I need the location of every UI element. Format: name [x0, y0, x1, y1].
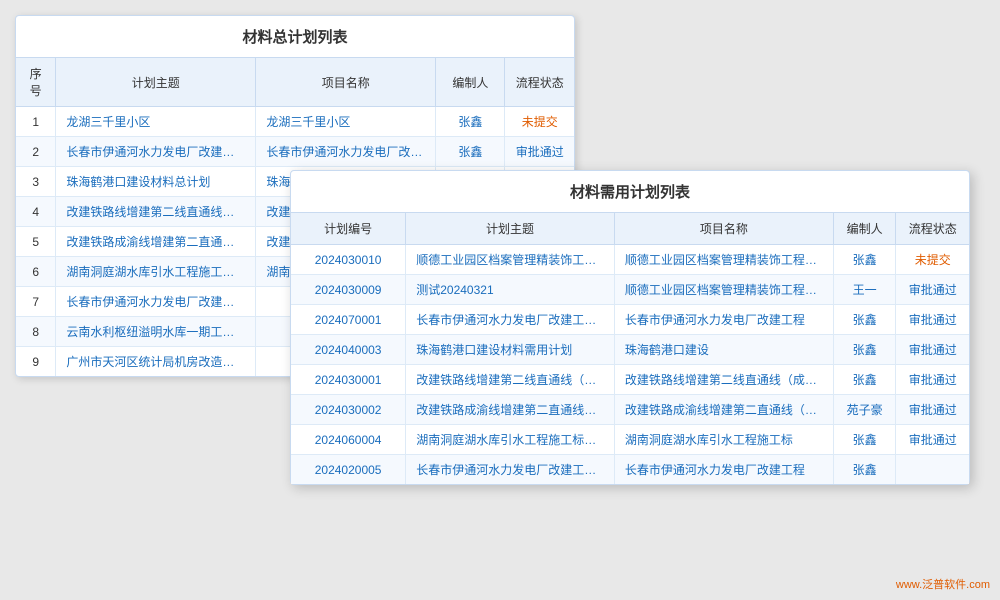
theme-cell: 广州市天河区统计局机房改造项目材料总计划: [56, 347, 256, 377]
table2-col-code: 计划编号: [291, 213, 406, 245]
table1-header-row: 序号 计划主题 项目名称 编制人 流程状态: [16, 58, 574, 107]
theme-cell: 长春市伊通河水力发电厂改建工程合…: [406, 305, 615, 335]
table-row[interactable]: 2024030009 测试20240321 顺德工业园区档案管理精装饰工程（… …: [291, 275, 969, 305]
status-cell: 审批通过: [896, 305, 969, 335]
theme-cell: 改建铁路成渝线增建第二直通线（成…: [406, 395, 615, 425]
theme-cell: 改建铁路线增建第二线直通线（成都-西安）…: [56, 197, 256, 227]
project-cell: 长春市伊通河水力发电厂改建工程: [614, 455, 833, 485]
editor-cell: 苑子豪: [833, 395, 896, 425]
project-cell: 龙湖三千里小区: [256, 107, 436, 137]
watermark-suffix: .com: [966, 579, 990, 591]
code-cell: 2024060004: [291, 425, 406, 455]
table2-col-editor: 编制人: [833, 213, 896, 245]
table-row[interactable]: 2024070001 长春市伊通河水力发电厂改建工程合… 长春市伊通河水力发电厂…: [291, 305, 969, 335]
editor-cell: 张鑫: [833, 335, 896, 365]
table-row[interactable]: 2024020005 长春市伊通河水力发电厂改建工程材… 长春市伊通河水力发电厂…: [291, 455, 969, 485]
table-row[interactable]: 2024040003 珠海鹤港口建设材料需用计划 珠海鹤港口建设 张鑫 审批通过: [291, 335, 969, 365]
material-usage-plan-table: 材料需用计划列表 计划编号 计划主题 项目名称 编制人 流程状态 2024030…: [290, 170, 970, 485]
seq-cell: 9: [16, 347, 56, 377]
status-cell: 审批通过: [896, 365, 969, 395]
code-cell: 2024020005: [291, 455, 406, 485]
project-cell: 改建铁路成渝线增建第二直通线（成…: [614, 395, 833, 425]
status-cell: 审批通过: [896, 275, 969, 305]
theme-cell: 长春市伊通河水力发电厂改建工程材…: [406, 455, 615, 485]
status-cell: 审批通过: [896, 425, 969, 455]
status-cell: 审批通过: [896, 335, 969, 365]
code-cell: 2024030010: [291, 245, 406, 275]
theme-cell: 改建铁路线增建第二线直通线（成都…: [406, 365, 615, 395]
theme-cell: 湖南洞庭湖水库引水工程施工标材…: [406, 425, 615, 455]
project-cell: 改建铁路线增建第二线直通线（成都…: [614, 365, 833, 395]
table2-col-project: 项目名称: [614, 213, 833, 245]
table-row[interactable]: 2 长春市伊通河水力发电厂改建工程合同材料… 长春市伊通河水力发电厂改建工程 张…: [16, 137, 574, 167]
seq-cell: 5: [16, 227, 56, 257]
project-cell: 顺德工业园区档案管理精装饰工程（…: [614, 275, 833, 305]
theme-cell: 湖南洞庭湖水库引水工程施工标材料总计划: [56, 257, 256, 287]
watermark-brand: 泛普软件: [922, 579, 966, 591]
table1-col-theme: 计划主题: [56, 58, 256, 107]
code-cell: 2024030009: [291, 275, 406, 305]
code-cell: 2024030002: [291, 395, 406, 425]
table-row[interactable]: 2024030010 顺德工业园区档案管理精装饰工程（… 顺德工业园区档案管理精…: [291, 245, 969, 275]
seq-cell: 1: [16, 107, 56, 137]
theme-cell: 龙湖三千里小区: [56, 107, 256, 137]
watermark: www.泛普软件.com: [896, 576, 990, 592]
table2-header-row: 计划编号 计划主题 项目名称 编制人 流程状态: [291, 213, 969, 245]
seq-cell: 3: [16, 167, 56, 197]
project-cell: 湖南洞庭湖水库引水工程施工标: [614, 425, 833, 455]
watermark-prefix: www.: [896, 579, 922, 591]
theme-cell: 珠海鹤港口建设材料需用计划: [406, 335, 615, 365]
editor-cell: 张鑫: [833, 365, 896, 395]
table1-col-status: 流程状态: [505, 58, 574, 107]
table1-col-editor: 编制人: [436, 58, 505, 107]
status-cell: 未提交: [896, 245, 969, 275]
table1-title: 材料总计划列表: [16, 16, 574, 58]
status-cell: 未提交: [505, 107, 574, 137]
status-cell: 审批通过: [505, 137, 574, 167]
code-cell: 2024040003: [291, 335, 406, 365]
seq-cell: 8: [16, 317, 56, 347]
table2-title: 材料需用计划列表: [291, 171, 969, 213]
table2-col-status: 流程状态: [896, 213, 969, 245]
seq-cell: 4: [16, 197, 56, 227]
editor-cell: 张鑫: [833, 305, 896, 335]
table-row[interactable]: 2024030002 改建铁路成渝线增建第二直通线（成… 改建铁路成渝线增建第二…: [291, 395, 969, 425]
editor-cell: 张鑫: [436, 137, 505, 167]
theme-cell: 长春市伊通河水力发电厂改建工程合同材料…: [56, 137, 256, 167]
theme-cell: 顺德工业园区档案管理精装饰工程（…: [406, 245, 615, 275]
seq-cell: 2: [16, 137, 56, 167]
table-row[interactable]: 2024060004 湖南洞庭湖水库引水工程施工标材… 湖南洞庭湖水库引水工程施…: [291, 425, 969, 455]
editor-cell: 张鑫: [833, 245, 896, 275]
code-cell: 2024070001: [291, 305, 406, 335]
theme-cell: 长春市伊通河水力发电厂改建工程材料总计划: [56, 287, 256, 317]
theme-cell: 改建铁路成渝线增建第二直通线（成渝枢纽…: [56, 227, 256, 257]
seq-cell: 7: [16, 287, 56, 317]
theme-cell: 云南水利枢纽溢明水库一期工程施工标材料…: [56, 317, 256, 347]
table-row[interactable]: 2024030001 改建铁路线增建第二线直通线（成都… 改建铁路线增建第二线直…: [291, 365, 969, 395]
theme-cell: 珠海鹤港口建设材料总计划: [56, 167, 256, 197]
status-cell: 审批通过: [896, 395, 969, 425]
table2-col-theme: 计划主题: [406, 213, 615, 245]
project-cell: 顺德工业园区档案管理精装饰工程（…: [614, 245, 833, 275]
table1-col-project: 项目名称: [256, 58, 436, 107]
seq-cell: 6: [16, 257, 56, 287]
editor-cell: 张鑫: [436, 107, 505, 137]
project-cell: 珠海鹤港口建设: [614, 335, 833, 365]
editor-cell: 张鑫: [833, 455, 896, 485]
table1-col-seq: 序号: [16, 58, 56, 107]
status-cell: [896, 455, 969, 485]
editor-cell: 张鑫: [833, 425, 896, 455]
code-cell: 2024030001: [291, 365, 406, 395]
project-cell: 长春市伊通河水力发电厂改建工程: [614, 305, 833, 335]
theme-cell: 测试20240321: [406, 275, 615, 305]
editor-cell: 王一: [833, 275, 896, 305]
table2-content: 计划编号 计划主题 项目名称 编制人 流程状态 2024030010 顺德工业园…: [291, 213, 969, 484]
table-row[interactable]: 1 龙湖三千里小区 龙湖三千里小区 张鑫 未提交: [16, 107, 574, 137]
project-cell: 长春市伊通河水力发电厂改建工程: [256, 137, 436, 167]
